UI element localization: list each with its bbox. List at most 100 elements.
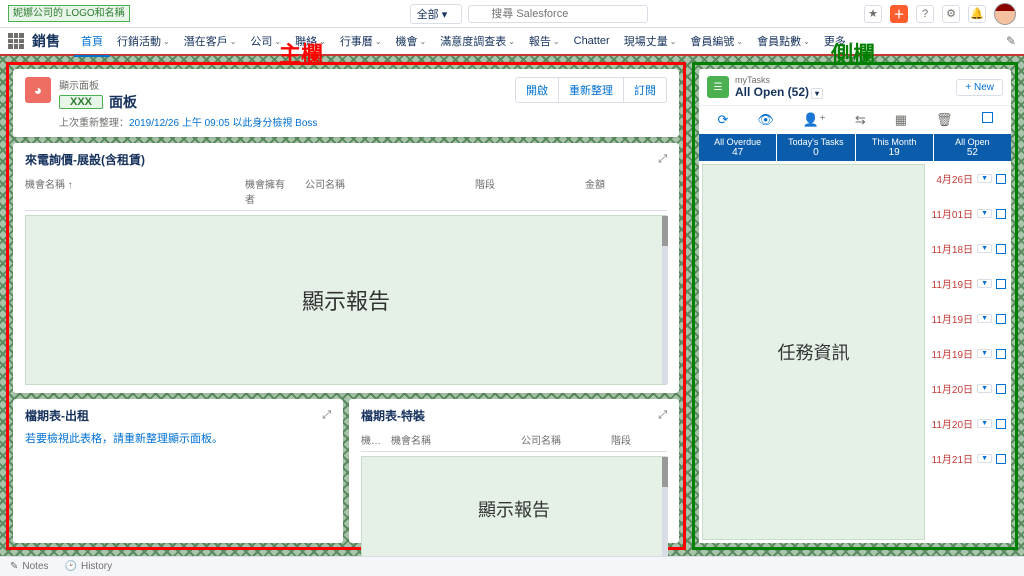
annotation-side: 側欄 xyxy=(831,37,875,69)
column-header[interactable]: 階段 xyxy=(611,432,651,447)
column-header[interactable]: 機會名稱 ↑ xyxy=(25,176,245,206)
task-row-menu[interactable]: ▼ xyxy=(977,209,992,218)
task-row[interactable]: 11月19日▼ xyxy=(925,266,1011,301)
expand-icon[interactable]: ⤢ xyxy=(322,409,331,422)
task-filter-tab[interactable]: This Month19 xyxy=(856,134,934,161)
task-row[interactable]: 11月21日▼ xyxy=(925,441,1011,476)
setup-gear-icon[interactable]: ⚙ xyxy=(942,5,960,23)
new-task-button[interactable]: New xyxy=(956,79,1003,96)
task-checkbox[interactable] xyxy=(996,279,1006,289)
user-avatar[interactable] xyxy=(994,3,1016,25)
nav-tab[interactable]: 現場丈量 ⌄ xyxy=(617,27,684,55)
edit-nav-icon[interactable]: ✎ xyxy=(1006,34,1016,48)
task-row-menu[interactable]: ▼ xyxy=(977,279,992,288)
refresh-icon[interactable]: ⟳ xyxy=(717,112,728,128)
dashboard-action-button[interactable]: 開啟 xyxy=(515,77,559,103)
column-header[interactable]: 機會名稱 xyxy=(391,432,521,447)
column-header[interactable]: 金額 xyxy=(585,176,625,206)
task-date: 11月01日 xyxy=(932,206,974,221)
annotation-main: 主欄 xyxy=(279,37,323,69)
app-launcher-icon[interactable] xyxy=(8,33,24,49)
app-name: 銷售 xyxy=(32,31,60,51)
nav-tab[interactable]: 行事曆 ⌄ xyxy=(333,27,389,55)
task-checkbox[interactable] xyxy=(996,454,1006,464)
tasks-listview[interactable]: All Open (52)▾ xyxy=(735,85,956,99)
search-input[interactable] xyxy=(468,5,648,23)
task-date: 11月18日 xyxy=(932,241,974,256)
notification-bell-icon[interactable]: 🔔 xyxy=(968,5,986,23)
task-checkbox[interactable] xyxy=(996,314,1006,324)
nav-tab[interactable]: 報告 ⌄ xyxy=(522,27,567,55)
task-row[interactable]: 11月01日▼ xyxy=(925,196,1011,231)
calendar-icon[interactable]: ▦ xyxy=(895,112,907,128)
task-filter-tab[interactable]: All Overdue47 xyxy=(699,134,777,161)
sync-icon[interactable]: ⇆ xyxy=(855,112,866,128)
search-scope-select[interactable]: 全部 ▾ xyxy=(410,4,463,24)
main-column: 主欄 ◕ 顯示面板 XXX 面板 上次重新整理：2019/12/26 上午 09… xyxy=(6,62,686,550)
task-row-menu[interactable]: ▼ xyxy=(977,454,992,463)
help-icon[interactable]: ? xyxy=(916,5,934,23)
delete-icon[interactable]: 🗑 xyxy=(936,112,953,128)
task-row-menu[interactable]: ▼ xyxy=(977,349,992,358)
task-filter-tab[interactable]: Today's Tasks0 xyxy=(777,134,855,161)
task-filter-tab[interactable]: All Open52 xyxy=(934,134,1011,161)
task-row-menu[interactable]: ▼ xyxy=(977,384,992,393)
task-row[interactable]: 11月18日▼ xyxy=(925,231,1011,266)
chevron-down-icon: ⌄ xyxy=(508,37,515,46)
eye-icon[interactable]: 👁 xyxy=(757,112,774,128)
dashboard-action-button[interactable]: 訂閱 xyxy=(624,77,667,103)
task-info-placeholder: 任務資訊 xyxy=(702,164,925,540)
history-utility[interactable]: 🕑 History xyxy=(65,561,113,572)
task-date: 11月19日 xyxy=(932,346,974,361)
global-add-button[interactable]: ＋ xyxy=(890,5,908,23)
chevron-down-icon: ⌄ xyxy=(803,37,810,46)
expand-icon[interactable]: ⤢ xyxy=(658,153,667,166)
task-row[interactable]: 11月19日▼ xyxy=(925,301,1011,336)
task-row-menu[interactable]: ▼ xyxy=(977,314,992,323)
notes-utility[interactable]: ✎ Notes xyxy=(10,561,49,572)
nav-tab[interactable]: Chatter xyxy=(567,29,617,53)
dashboard-icon: ◕ xyxy=(25,77,51,103)
column-header[interactable]: 公司名稱 xyxy=(305,176,475,206)
task-row[interactable]: 11月19日▼ xyxy=(925,336,1011,371)
task-row-menu[interactable]: ▼ xyxy=(977,244,992,253)
nav-tab[interactable]: 潛在客戶 ⌄ xyxy=(177,27,244,55)
user-add-icon[interactable]: 👤⁺ xyxy=(803,112,826,128)
task-row[interactable]: 11月20日▼ xyxy=(925,371,1011,406)
nav-tab[interactable]: 首頁 xyxy=(74,27,110,57)
column-header[interactable]: 機會擁有者 xyxy=(245,176,305,206)
task-row[interactable]: 4月26日▼ xyxy=(925,161,1011,196)
column-header[interactable]: 公司名稱 xyxy=(521,432,611,447)
task-checkbox[interactable] xyxy=(996,244,1006,254)
nav-tab[interactable]: 會員編號 ⌄ xyxy=(683,27,750,55)
dashboard-title-text: 面板 xyxy=(109,92,137,112)
report-body-placeholder: 顯示報告 xyxy=(361,456,667,561)
favorite-icon[interactable]: ★ xyxy=(864,5,882,23)
tasks-icon: ☰ xyxy=(707,76,729,98)
chevron-down-icon: ⌄ xyxy=(670,37,677,46)
nav-tab[interactable]: 滿意度調查表 ⌄ xyxy=(433,27,522,55)
tasks-header: ☰ myTasks All Open (52)▾ New xyxy=(699,69,1011,105)
task-row-menu[interactable]: ▼ xyxy=(977,419,992,428)
dashboard-action-button[interactable]: 重新整理 xyxy=(559,77,624,103)
report-card-1: 來電詢價-展設(含租賃) ⤢ 機會名稱 ↑機會擁有者公司名稱階段金額 顯示報告 xyxy=(13,143,679,393)
task-checkbox[interactable] xyxy=(996,349,1006,359)
nav-tab[interactable]: 機會 ⌄ xyxy=(389,27,434,55)
select-all-checkbox[interactable] xyxy=(982,112,993,123)
report-card-2: 檔期表-出租 ⤢ 若要檢視此表格，請重新整理顯示面板。 xyxy=(13,399,343,543)
nav-tab[interactable]: 會員點數 ⌄ xyxy=(750,27,817,55)
dashboard-refresh-link[interactable]: 2019/12/26 上午 09:05 以此身分檢視 Boss xyxy=(129,118,317,129)
task-date: 11月21日 xyxy=(932,451,974,466)
expand-icon[interactable]: ⤢ xyxy=(658,409,667,422)
chevron-down-icon: ⌄ xyxy=(230,37,237,46)
task-row[interactable]: 11月20日▼ xyxy=(925,406,1011,441)
task-checkbox[interactable] xyxy=(996,174,1006,184)
task-checkbox[interactable] xyxy=(996,384,1006,394)
column-header[interactable]: 階段 xyxy=(475,176,585,206)
task-row-menu[interactable]: ▼ xyxy=(977,174,992,183)
nav-tab[interactable]: 行銷活動 ⌄ xyxy=(110,27,177,55)
task-checkbox[interactable] xyxy=(996,419,1006,429)
column-header[interactable]: 機… xyxy=(361,432,391,447)
task-checkbox[interactable] xyxy=(996,209,1006,219)
chevron-down-icon: ▾ xyxy=(442,9,448,21)
